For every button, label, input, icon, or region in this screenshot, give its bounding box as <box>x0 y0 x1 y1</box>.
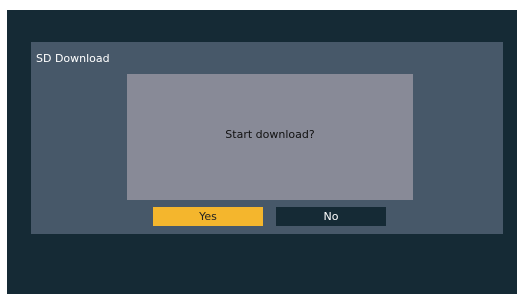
dialog-message: Start download? <box>225 128 315 141</box>
no-button[interactable]: No <box>276 207 386 226</box>
yes-button[interactable]: Yes <box>153 207 263 226</box>
camera-menu-screen: SD Download Start download? Yes No <box>7 10 517 294</box>
confirm-dialog: Start download? <box>127 74 413 200</box>
sd-download-panel: SD Download Start download? Yes No <box>31 42 503 234</box>
panel-title: SD Download <box>36 52 110 65</box>
